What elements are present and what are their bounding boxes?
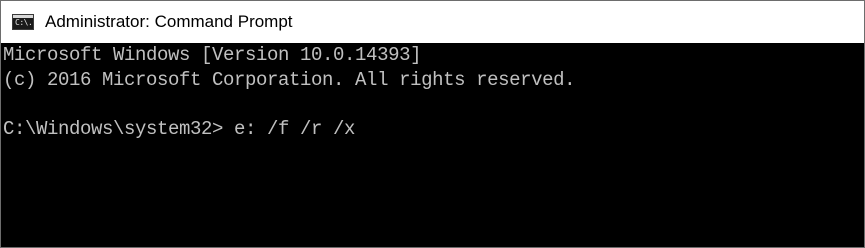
title-bar[interactable]: C:\. Administrator: Command Prompt bbox=[1, 1, 864, 43]
window-title: Administrator: Command Prompt bbox=[45, 12, 293, 31]
icon-glyph: C:\. bbox=[15, 18, 33, 27]
console-output[interactable]: Microsoft Windows [Version 10.0.14393] (… bbox=[1, 43, 864, 247]
console-line-copyright: (c) 2016 Microsoft Corporation. All righ… bbox=[3, 69, 576, 91]
console-line-command[interactable]: C:\Windows\system32> e: /f /r /x bbox=[3, 117, 355, 141]
command-prompt-window: C:\. Administrator: Command Prompt Micro… bbox=[0, 0, 865, 248]
command-prompt-icon[interactable]: C:\. bbox=[12, 14, 34, 30]
console-line-version: Microsoft Windows [Version 10.0.14393] bbox=[3, 44, 422, 66]
